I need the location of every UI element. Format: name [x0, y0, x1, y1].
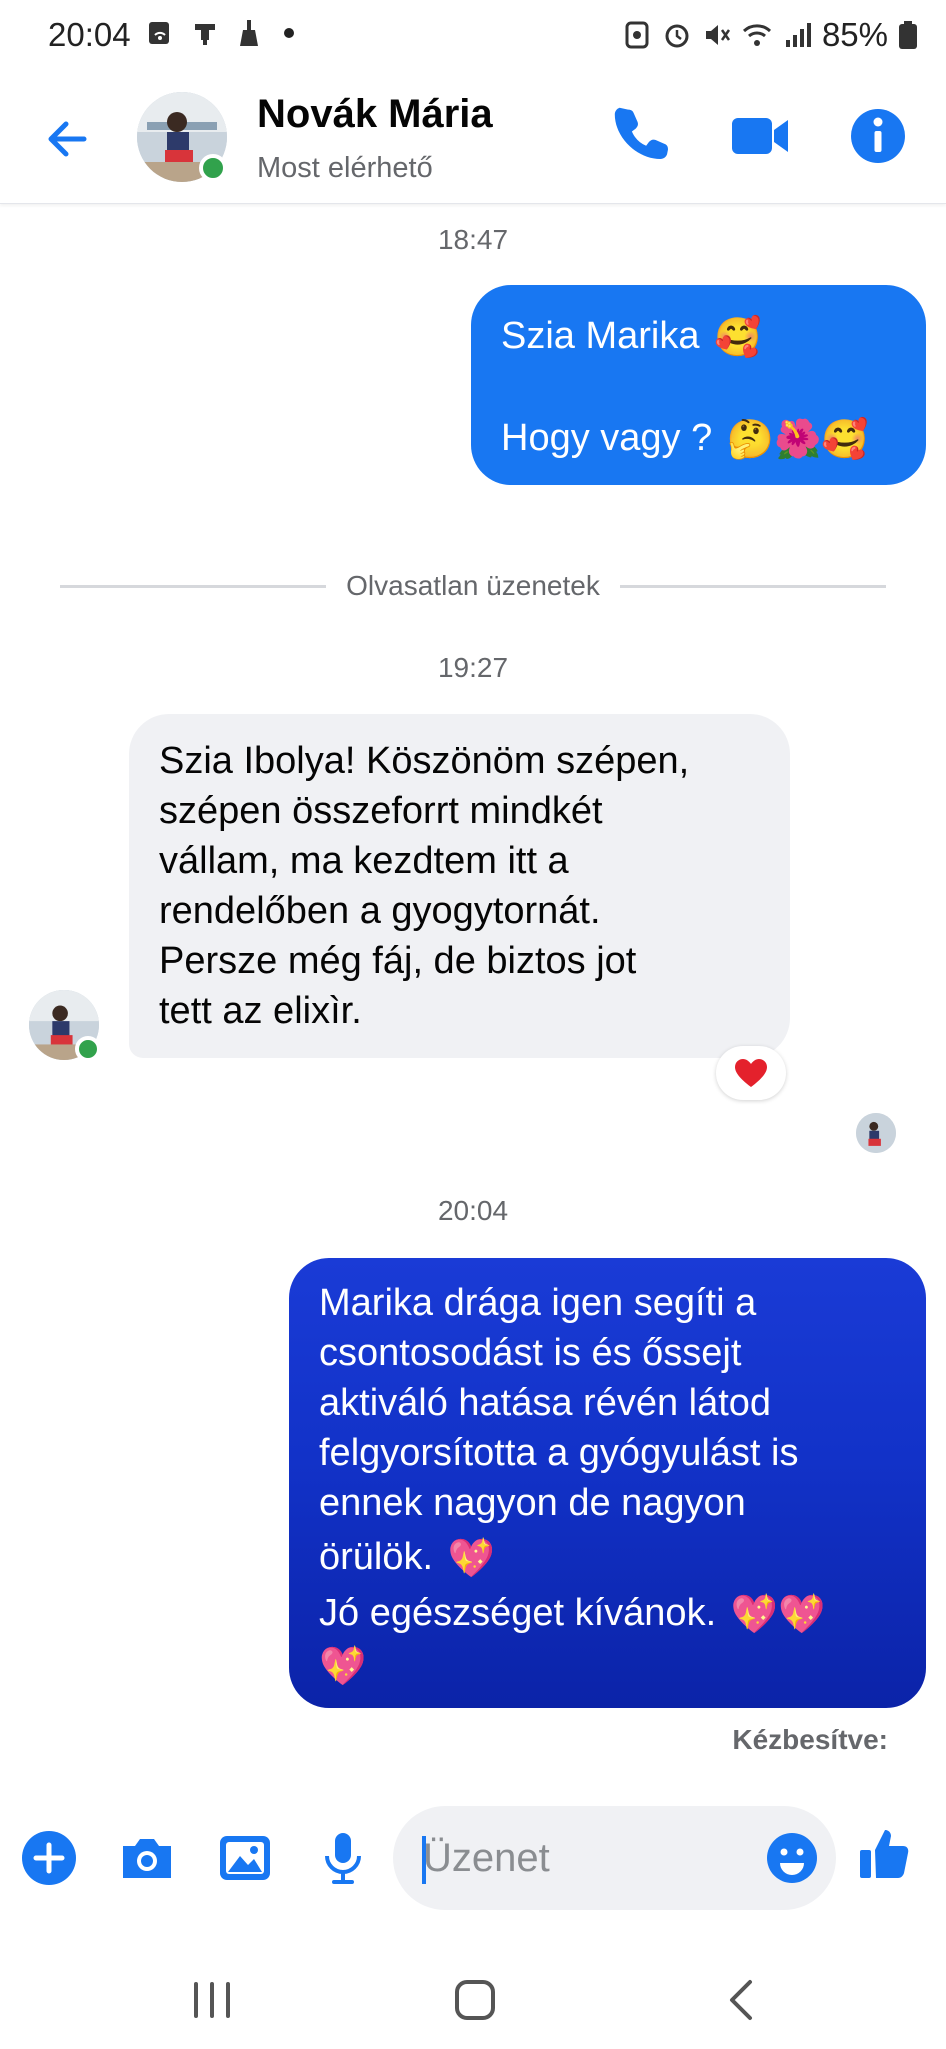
incoming-message[interactable]: Szia Ibolya! Köszönöm szépen, szépen öss… [129, 714, 790, 1058]
broom-icon [240, 20, 258, 46]
timestamp: 20:04 [437, 1195, 509, 1226]
avatar-photo [856, 1113, 896, 1153]
contact-name[interactable]: Novák Mária [257, 92, 493, 137]
signal-icon [785, 23, 811, 47]
plus-icon[interactable] [19, 1828, 79, 1888]
conversation-header: Novák Mária Most elérhető [0, 72, 946, 204]
emoji: 💖 [447, 1537, 495, 1580]
nfc-icon [625, 21, 649, 49]
thumbs-up-icon[interactable] [856, 1824, 916, 1884]
online-indicator [199, 154, 227, 182]
emoji: 🤔🌺🥰 [726, 418, 869, 461]
message-line: Jó egészséget kívánok. 💖💖 [319, 1588, 896, 1640]
wifi-calling-icon [149, 22, 169, 44]
system-navigation-bar [0, 1930, 946, 2049]
alarm-icon [665, 24, 689, 48]
emoji: 💖 [319, 1645, 367, 1688]
back-icon[interactable] [712, 1970, 772, 2030]
camera-icon[interactable] [117, 1828, 177, 1888]
message-line: Hogy vagy ? 🤔🌺🥰 [501, 413, 896, 465]
gallery-icon[interactable] [215, 1828, 275, 1888]
unread-label: Olvasatlan üzenetek [346, 570, 600, 601]
video-camera-icon[interactable] [728, 104, 792, 168]
message-line: aktiváló hatása révén látod [319, 1382, 772, 1424]
message-line: csontosodást is és őssejt [319, 1332, 742, 1374]
emoji: 🥰 [714, 316, 762, 359]
message-line: szépen összeforrt mindkét [159, 790, 603, 832]
battery-percent: 85% [821, 16, 888, 53]
timestamp: 19:27 [437, 652, 509, 683]
more-dot-icon [284, 28, 294, 38]
message-line: Persze még fáj, de biztos jot [159, 940, 637, 982]
message-text: Szia Marika [501, 315, 700, 357]
contact-status: Most elérhető [257, 152, 433, 184]
status-left-icons [146, 18, 294, 48]
unread-divider: Olvasatlan üzenetek [60, 566, 886, 606]
message-text: Jó egészséget kívánok. [319, 1591, 717, 1634]
battery-icon [899, 21, 917, 49]
message-line: örülök. 💖 [319, 1528, 896, 1588]
message-line: felgyorsította a gyógyulást is [319, 1432, 799, 1474]
back-arrow-icon[interactable] [40, 112, 94, 166]
emoji-icon[interactable] [764, 1830, 820, 1886]
divider-line [619, 584, 886, 588]
divider-line [60, 584, 327, 588]
phone-icon[interactable] [609, 104, 673, 168]
message-composer [0, 1800, 946, 1920]
message-line: tett az elixìr. [159, 990, 362, 1032]
outgoing-message[interactable]: Szia Marika 🥰 Hogy vagy ? 🤔🌺🥰 [471, 285, 926, 485]
seen-indicator-avatar [856, 1113, 896, 1153]
info-icon[interactable] [846, 104, 910, 168]
status-right-icons: 85% [622, 16, 918, 54]
emoji: 💖💖 [730, 1593, 826, 1636]
message-text: Hogy vagy ? [501, 416, 713, 459]
message-line: Szia Marika 🥰 [501, 311, 896, 363]
heart-icon [735, 1059, 767, 1087]
status-bar: 20:04 85% [0, 0, 946, 72]
recent-apps-icon[interactable] [182, 1970, 242, 2030]
text-cursor [422, 1836, 426, 1884]
microphone-icon[interactable] [313, 1828, 373, 1888]
message-line: ennek nagyon de nagyon [319, 1482, 746, 1524]
timestamp: 18:47 [437, 224, 509, 255]
message-text: örülök. [319, 1536, 434, 1578]
wifi-icon [742, 24, 771, 46]
delivery-status: Kézbesítve: [732, 1724, 888, 1755]
message-line: 💖 [319, 1640, 896, 1692]
status-time: 20:04 [48, 16, 131, 53]
mute-icon [705, 25, 730, 45]
message-line: Szia Ibolya! Köszönöm szépen, [159, 740, 690, 782]
home-icon[interactable] [445, 1970, 505, 2030]
outgoing-message[interactable]: Marika drága igen segíti a csontosodást … [289, 1258, 926, 1708]
heart-reaction[interactable] [716, 1046, 786, 1100]
message-line: Marika drága igen segíti a [319, 1282, 757, 1324]
message-line: rendelőben a gyogytornát. [159, 890, 601, 932]
download-icon [195, 24, 215, 45]
online-indicator [75, 1036, 101, 1062]
message-line: vállam, ma kezdtem itt a [159, 840, 569, 882]
